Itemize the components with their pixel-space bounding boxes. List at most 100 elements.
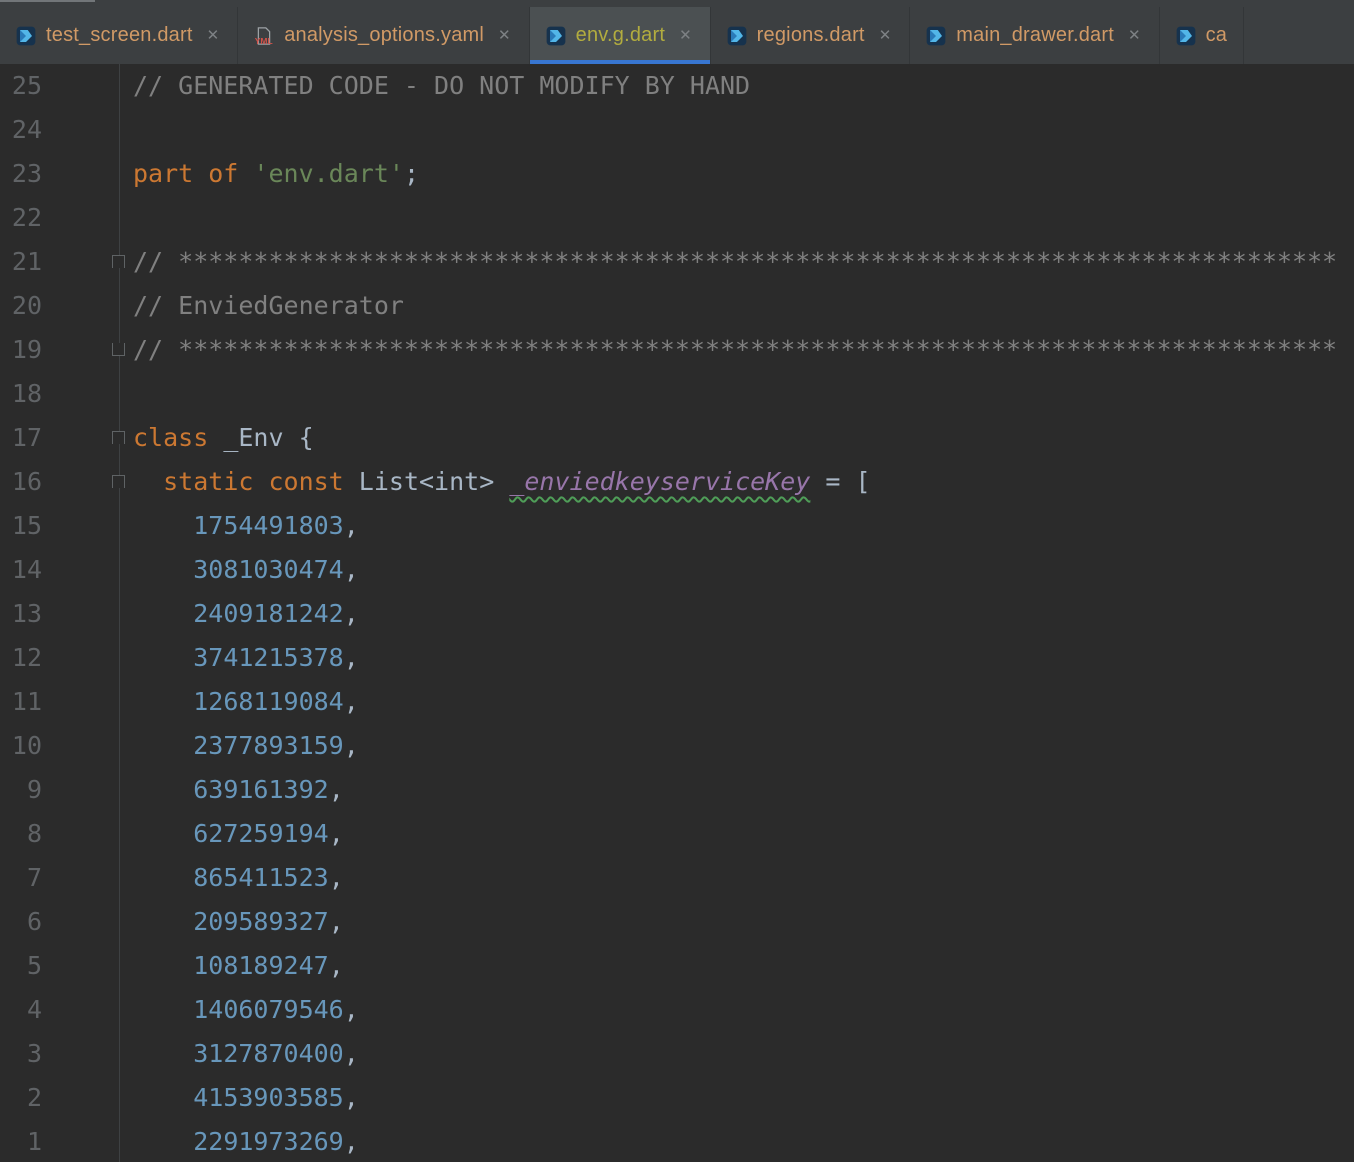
code-token: // EnviedGenerator xyxy=(133,291,404,320)
code-token: // *************************************… xyxy=(133,247,1338,276)
code-line[interactable]: 16 static const List<int> _enviedkeyserv… xyxy=(0,460,1354,504)
code-text: // *************************************… xyxy=(42,240,1337,284)
code-line[interactable]: 5 108189247, xyxy=(0,944,1354,988)
tab-clipped[interactable]: ca xyxy=(1160,7,1245,64)
line-number[interactable]: 6 xyxy=(0,900,42,944)
line-number[interactable]: 25 xyxy=(0,64,42,108)
line-number[interactable]: 14 xyxy=(0,548,42,592)
code-line[interactable]: 18 xyxy=(0,372,1354,416)
line-number[interactable]: 20 xyxy=(0,284,42,328)
fold-marker-icon[interactable] xyxy=(112,431,125,444)
code-line[interactable]: 19 // ***********************************… xyxy=(0,328,1354,372)
line-number[interactable]: 15 xyxy=(0,504,42,548)
close-icon[interactable]: ✕ xyxy=(1126,26,1143,45)
code-token: , xyxy=(343,643,359,672)
tab-test-screen-dart[interactable]: test_screen.dart ✕ xyxy=(0,7,239,64)
code-line[interactable]: 11 1268119084, xyxy=(0,680,1354,724)
editor[interactable]: 25// GENERATED CODE - DO NOT MODIFY BY H… xyxy=(0,64,1354,1162)
code-token: , xyxy=(343,995,359,1024)
tab-env-g-dart[interactable]: env.g.dart ✕ xyxy=(529,7,711,64)
line-number[interactable]: 23 xyxy=(0,152,42,196)
close-icon[interactable]: ✕ xyxy=(205,26,222,45)
line-number[interactable]: 16 xyxy=(0,460,42,504)
line-number[interactable]: 1 xyxy=(0,1120,42,1162)
close-icon[interactable]: ✕ xyxy=(677,26,694,45)
code-text: 2377893159, xyxy=(42,724,359,768)
code-line[interactable]: 7 865411523, xyxy=(0,856,1354,900)
code-token: 865411523 xyxy=(193,863,329,892)
line-number[interactable]: 9 xyxy=(0,768,42,812)
code-line[interactable]: 4 1406079546, xyxy=(0,988,1354,1032)
code-line[interactable]: 2 4153903585, xyxy=(0,1076,1354,1120)
code-line[interactable]: 10 2377893159, xyxy=(0,724,1354,768)
code-text: // GENERATED CODE - DO NOT MODIFY BY HAN… xyxy=(42,64,750,108)
tab-regions-dart[interactable]: regions.dart ✕ xyxy=(711,7,911,64)
line-number[interactable]: 24 xyxy=(0,108,42,152)
line-number[interactable]: 7 xyxy=(0,856,42,900)
line-number[interactable]: 5 xyxy=(0,944,42,988)
code-text: class _Env { xyxy=(42,416,314,460)
code-line[interactable]: 20 // EnviedGenerator xyxy=(0,284,1354,328)
line-number[interactable]: 21 xyxy=(0,240,42,284)
code-line[interactable]: 24 xyxy=(0,108,1354,152)
code-token: , xyxy=(328,819,344,848)
code-token: _enviedkeyserviceKey xyxy=(509,467,811,496)
code-token: 3081030474 xyxy=(193,555,344,584)
code-token: , xyxy=(343,731,359,760)
code-token: , xyxy=(343,599,359,628)
code-text: 2409181242, xyxy=(42,592,359,636)
line-number[interactable]: 22 xyxy=(0,196,42,240)
line-number[interactable]: 2 xyxy=(0,1076,42,1120)
fold-marker-icon[interactable] xyxy=(112,343,125,356)
code-line[interactable]: 17 class _Env { xyxy=(0,416,1354,460)
line-number[interactable]: 4 xyxy=(0,988,42,1032)
code-token: part of xyxy=(133,159,254,188)
code-line[interactable]: 23 part of 'env.dart'; xyxy=(0,152,1354,196)
code-line[interactable]: 8 627259194, xyxy=(0,812,1354,856)
close-icon[interactable]: ✕ xyxy=(877,26,894,45)
code-line[interactable]: 12 3741215378, xyxy=(0,636,1354,680)
code-line[interactable]: 14 3081030474, xyxy=(0,548,1354,592)
code-text: // *************************************… xyxy=(42,328,1337,372)
code-line[interactable]: 3 3127870400, xyxy=(0,1032,1354,1076)
code-line[interactable]: 25 // GENERATED CODE - DO NOT MODIFY BY H… xyxy=(0,64,1354,108)
line-number[interactable]: 11 xyxy=(0,680,42,724)
line-number[interactable]: 19 xyxy=(0,328,42,372)
tab-analysis-options-yaml[interactable]: YML analysis_options.yaml ✕ xyxy=(238,7,530,64)
code-line[interactable]: 6 209589327, xyxy=(0,900,1354,944)
code-token: = [ xyxy=(810,467,871,496)
close-icon[interactable]: ✕ xyxy=(496,26,513,45)
tab-main-drawer-dart[interactable]: main_drawer.dart ✕ xyxy=(910,7,1160,64)
line-number[interactable]: 8 xyxy=(0,812,42,856)
line-number[interactable]: 18 xyxy=(0,372,42,416)
code-text: static const List<int> _enviedkeyservice… xyxy=(42,460,871,504)
line-number[interactable]: 10 xyxy=(0,724,42,768)
line-number[interactable]: 13 xyxy=(0,592,42,636)
code-line[interactable]: 15 1754491803, xyxy=(0,504,1354,548)
code-line[interactable]: 21 // ***********************************… xyxy=(0,240,1354,284)
ide-window: test_screen.dart ✕ YML analysis_options.… xyxy=(0,0,1354,1162)
code-text: 108189247, xyxy=(42,944,344,988)
code-line[interactable]: 13 2409181242, xyxy=(0,592,1354,636)
code-text: 209589327, xyxy=(42,900,344,944)
line-number[interactable]: 12 xyxy=(0,636,42,680)
code-token: // GENERATED CODE - DO NOT MODIFY BY HAN… xyxy=(133,71,751,100)
code-text: 4153903585, xyxy=(42,1076,359,1120)
tab-label: analysis_options.yaml xyxy=(284,24,485,46)
line-number[interactable]: 17 xyxy=(0,416,42,460)
fold-marker-icon[interactable] xyxy=(112,475,125,488)
code-line[interactable]: 22 xyxy=(0,196,1354,240)
code-line[interactable]: 1 2291973269, xyxy=(0,1120,1354,1162)
code-line[interactable]: 9 639161392, xyxy=(0,768,1354,812)
fold-marker-icon[interactable] xyxy=(112,255,125,268)
code-token: 4153903585 xyxy=(193,1083,344,1112)
line-number[interactable]: 3 xyxy=(0,1032,42,1076)
